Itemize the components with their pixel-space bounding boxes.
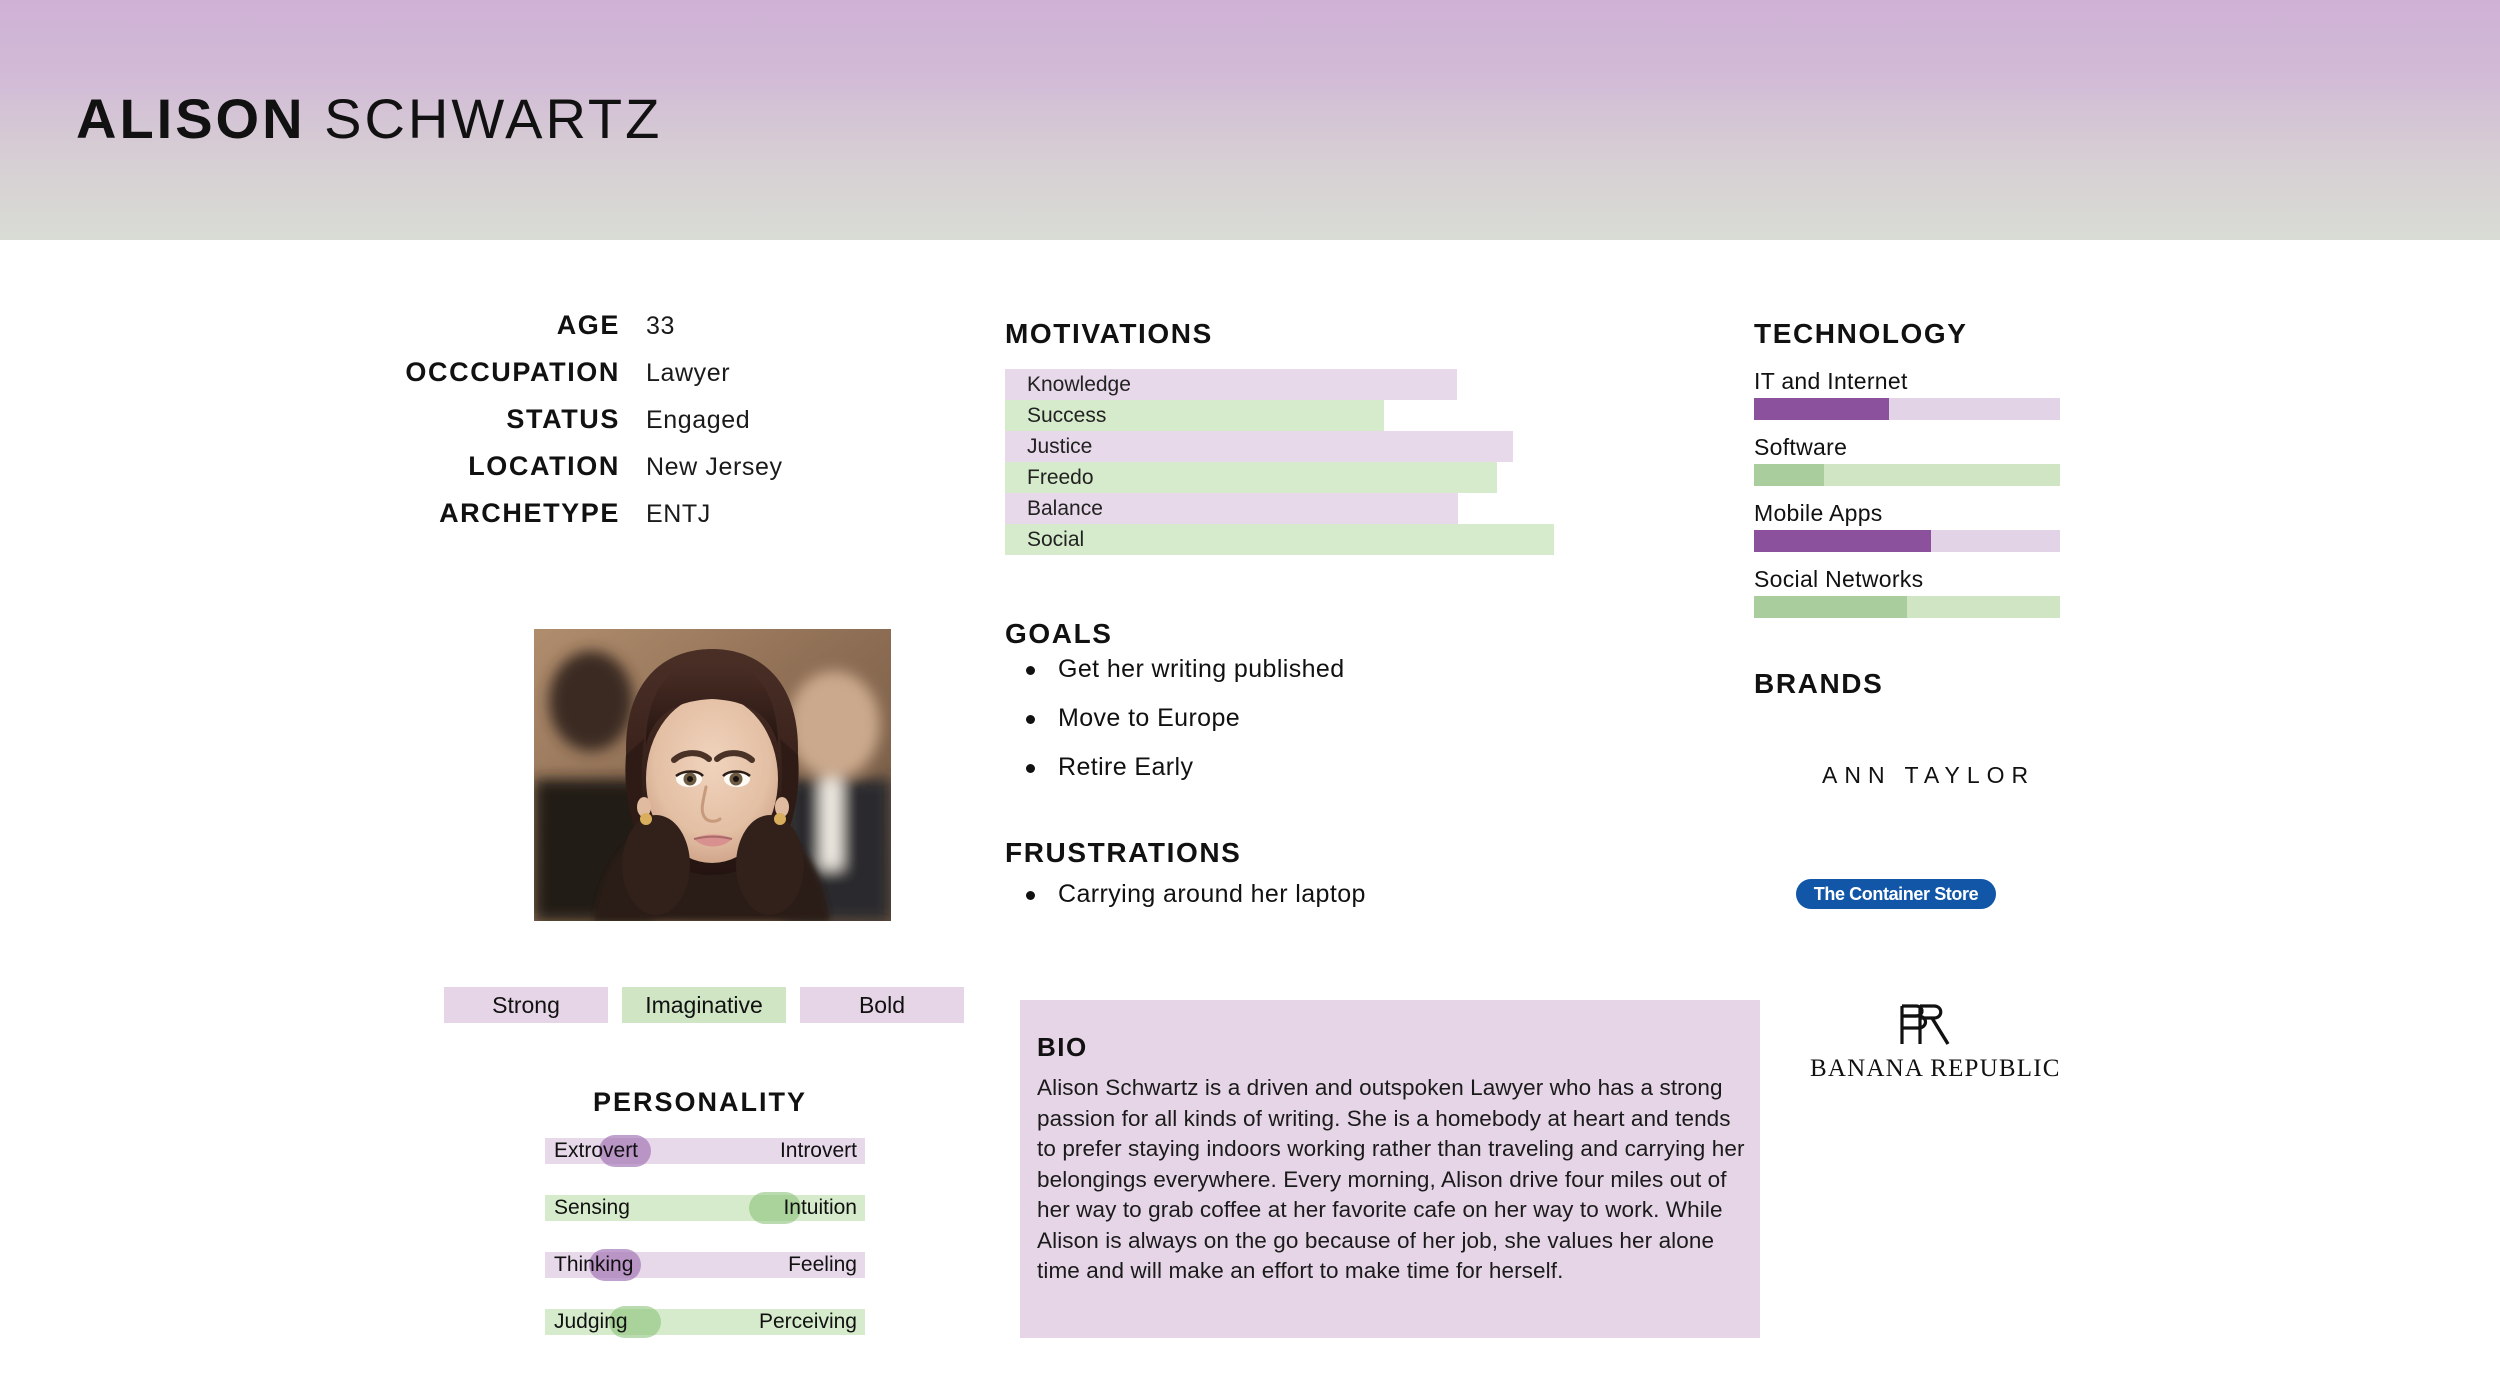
br-monogram-icon	[1900, 1004, 1950, 1045]
technology-row: Software	[1754, 434, 2060, 486]
attribute-label: AGE	[556, 310, 620, 340]
technology-label: IT and Internet	[1754, 368, 1908, 394]
slider-left-label: Extrovert	[554, 1139, 639, 1162]
page-header: ALISON SCHWARTZ	[0, 0, 2500, 240]
bio-heading: BIO	[1037, 1032, 1088, 1062]
slider-right-label: Perceiving	[758, 1310, 857, 1333]
motivation-label: Knowledge	[1027, 373, 1131, 396]
trait-tag: Imaginative	[622, 987, 786, 1023]
technology-row: Mobile Apps	[1754, 500, 2060, 552]
brand-logo-banana-republic-wordmark: BANANA REPUBLIC	[1810, 1055, 2061, 1082]
attribute-value: Lawyer	[646, 359, 731, 387]
technology-row: Social Networks	[1754, 566, 2060, 618]
bio-text: Alison Schwartz is a driven and outspoke…	[1037, 1075, 1745, 1283]
technology-fill	[1754, 596, 1907, 618]
slider-right-label: Introvert	[779, 1139, 857, 1162]
container-store-wordmark: The Container Store ®	[1813, 884, 1979, 929]
attribute-label: ARCHETYPE	[439, 498, 620, 528]
list-item: Move to Europe	[1022, 704, 1345, 733]
attribute-value: Engaged	[646, 406, 751, 434]
frustrations-list: Carrying around her laptop	[1022, 880, 1366, 929]
trait-tags: Strong Imaginative Bold	[444, 987, 964, 1023]
slider-left-label: Judging	[554, 1310, 628, 1333]
attribute-label: STATUS	[506, 404, 620, 434]
attribute-label: LOCATION	[468, 451, 620, 481]
attribute-row: ARCHETYPE ENTJ	[310, 498, 870, 529]
technology-track	[1754, 596, 2060, 618]
registered-trademark-icon: ®	[1892, 919, 1900, 929]
personality-slider[interactable]: Judging Perceiving	[545, 1306, 865, 1338]
attribute-value: 33	[646, 312, 676, 340]
page-title: ALISON SCHWARTZ	[76, 86, 662, 151]
list-item: Carrying around her laptop	[1022, 880, 1366, 909]
attribute-row: OCCCUPATION Lawyer	[310, 357, 870, 388]
persona-attributes: AGE 33 OCCCUPATION Lawyer STATUS Engaged LOCAT…	[310, 310, 870, 545]
slider-right-label: Feeling	[788, 1253, 857, 1276]
motivation-label: Freedo	[1027, 466, 1094, 489]
trait-tag: Bold	[800, 987, 964, 1023]
slider-left-label: Sensing	[554, 1196, 630, 1219]
technology-fill	[1754, 464, 1825, 486]
frustrations-heading: FRUSTRATIONS	[1005, 837, 1242, 868]
technology-track	[1754, 398, 2060, 420]
technology-label: Mobile Apps	[1754, 500, 1883, 526]
personality-slider[interactable]: Thinking Feeling	[545, 1249, 865, 1281]
technology-fill	[1754, 530, 1932, 552]
goals-list: Get her writing published Move to Europe R…	[1022, 655, 1345, 802]
personality-heading: PERSONALITY	[593, 1087, 808, 1117]
motivation-bar	[1005, 524, 1554, 555]
attribute-row: STATUS Engaged	[310, 404, 870, 435]
attribute-value: ENTJ	[646, 500, 711, 528]
portrait-illustration	[534, 629, 891, 921]
list-item: Retire Early	[1022, 753, 1345, 782]
trait-tag: Strong	[444, 987, 608, 1023]
technology-row: IT and Internet	[1754, 368, 2060, 420]
technology-label: Software	[1754, 434, 1848, 460]
persona-first-name: ALISON	[76, 87, 306, 150]
motivation-label: Success	[1027, 404, 1107, 427]
technology-chart: IT and Internet Software Mobile Apps Social…	[1754, 368, 2060, 632]
attribute-label: OCCCUPATION	[405, 357, 620, 387]
technology-track	[1754, 464, 2060, 486]
motivation-label: Justice	[1027, 435, 1093, 458]
motivation-label: Balance	[1027, 497, 1103, 520]
technology-label: Social Networks	[1754, 566, 1924, 592]
brand-logo-banana-republic-monogram	[1890, 1002, 1960, 1048]
brand-logo-container-store: The Container Store ®	[1796, 879, 1996, 929]
persona-portrait-photo	[534, 629, 891, 921]
goals-heading: GOALS	[1005, 618, 1113, 649]
technology-heading: TECHNOLOGY	[1754, 318, 1968, 349]
technology-track	[1754, 530, 2060, 552]
attribute-row: LOCATION New Jersey	[310, 451, 870, 482]
slider-left-label: Thinking	[554, 1253, 634, 1276]
personality-slider[interactable]: Sensing Intuition	[545, 1192, 865, 1224]
attribute-value: New Jersey	[646, 453, 783, 481]
persona-last-name: SCHWARTZ	[324, 87, 663, 150]
attribute-row: AGE 33	[310, 310, 870, 341]
personality-slider[interactable]: Extrovert Introvert	[545, 1135, 865, 1167]
brand-logo-ann-taylor: ANN TAYLOR	[1822, 762, 2036, 788]
slider-right-label: Intuition	[783, 1196, 857, 1219]
motivations-heading: MOTIVATIONS	[1005, 318, 1213, 349]
motivation-label: Social	[1027, 528, 1085, 551]
technology-fill	[1754, 398, 1889, 420]
brands-heading: BRANDS	[1754, 668, 1884, 699]
list-item: Get her writing published	[1022, 655, 1345, 684]
personality-sliders: Extrovert Introvert Sensing Intuition Thinki…	[545, 1135, 865, 1366]
